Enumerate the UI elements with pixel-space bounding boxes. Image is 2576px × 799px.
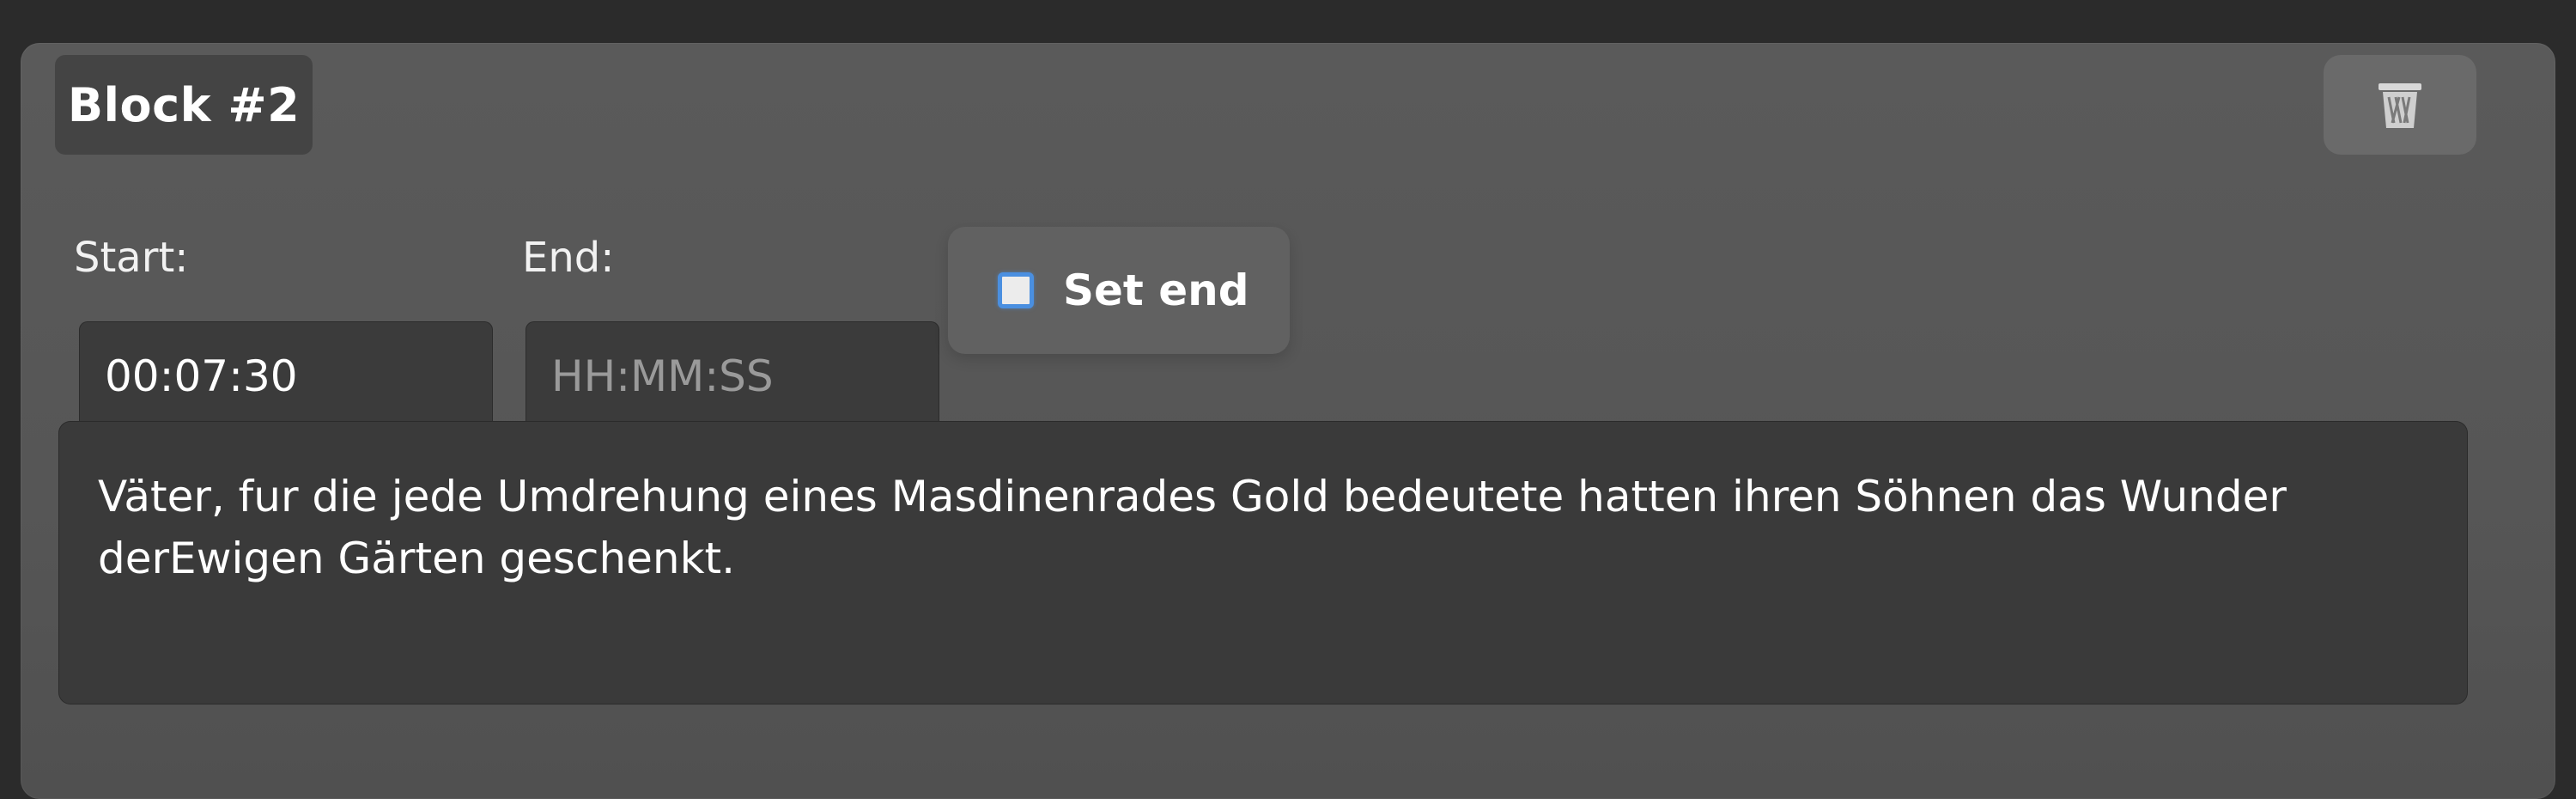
set-end-toggle[interactable]: Set end bbox=[948, 227, 1290, 354]
set-end-checkbox[interactable] bbox=[998, 272, 1034, 308]
start-field[interactable] bbox=[79, 321, 493, 431]
set-end-label: Set end bbox=[1063, 265, 1249, 315]
end-label: End: bbox=[522, 234, 615, 282]
trash-icon bbox=[2379, 83, 2421, 128]
block-title: Block #2 bbox=[55, 55, 313, 155]
start-label: Start: bbox=[74, 234, 189, 282]
delete-block-button[interactable] bbox=[2324, 55, 2476, 155]
subtitle-text-area[interactable]: Väter, fur die jede Umdrehung eines Masd… bbox=[58, 421, 2468, 704]
end-field[interactable] bbox=[526, 321, 939, 431]
end-input[interactable] bbox=[551, 351, 939, 401]
start-input[interactable] bbox=[105, 351, 493, 401]
